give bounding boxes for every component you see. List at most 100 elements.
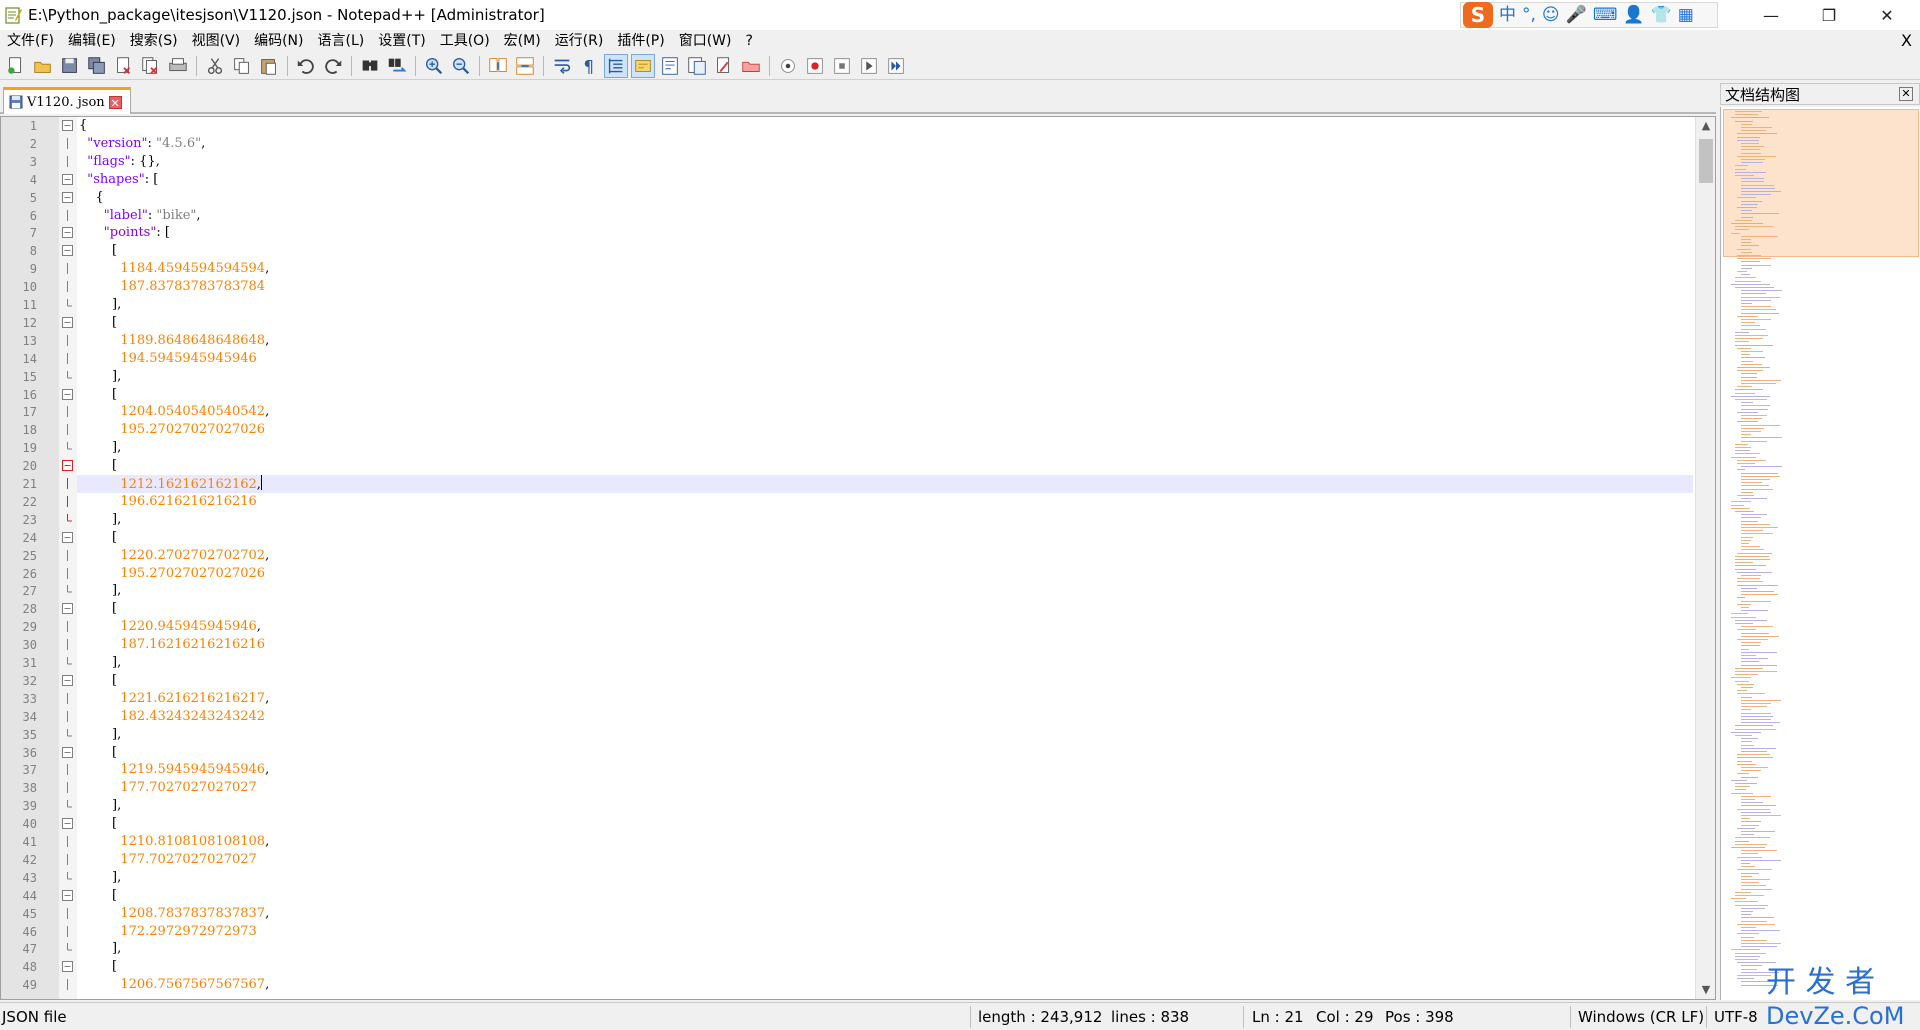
doc-map-icon[interactable] [658, 54, 682, 78]
fold-toggle-icon[interactable] [62, 245, 73, 257]
code-line[interactable]: 46 172.2972972972973 [23, 923, 1693, 941]
scroll-up-icon[interactable]: ▲ [1696, 117, 1715, 135]
sync-horizontal-icon[interactable] [513, 54, 537, 78]
vertical-scrollbar[interactable]: ▲ ▼ [1695, 117, 1715, 999]
fold-toggle-icon[interactable] [62, 531, 73, 543]
code-line[interactable]: 35 ], [23, 726, 1693, 744]
code-line[interactable]: 10 187.83783783783784 [23, 278, 1693, 296]
code-line[interactable]: 30 187.16216216216216 [23, 636, 1693, 654]
menu-run[interactable]: 运行(R) [548, 30, 611, 52]
code-line[interactable]: 12 [ [23, 314, 1693, 332]
code-line[interactable]: 3 "flags": {}, [30, 153, 1693, 171]
menu-tools[interactable]: 工具(O) [433, 30, 497, 52]
copy-icon[interactable] [230, 54, 254, 78]
code-line[interactable]: 15 ], [23, 368, 1693, 386]
folder-workspace-icon[interactable] [712, 54, 736, 78]
code-line[interactable]: 32 [ [23, 672, 1693, 690]
fold-toggle-icon[interactable] [62, 316, 73, 328]
fold-toggle-icon[interactable] [62, 227, 73, 239]
code-line[interactable]: 42 177.7027027027027 [23, 851, 1693, 869]
code-line[interactable]: 23 ], [23, 511, 1693, 529]
code-line[interactable]: 24 [ [23, 529, 1693, 547]
fold-toggle-icon[interactable] [62, 961, 73, 973]
open-file-icon[interactable] [31, 54, 55, 78]
menu-macro[interactable]: 宏(M) [497, 30, 548, 52]
code-line[interactable]: 8 [ [30, 242, 1693, 260]
fold-toggle-icon[interactable] [62, 460, 73, 472]
code-line[interactable]: 48 [ [23, 958, 1693, 976]
code-line[interactable]: 36 [ [23, 744, 1693, 762]
code-line[interactable]: 49 1206.7567567567567, [23, 976, 1693, 994]
ime-punctuation-icon[interactable]: °, [1522, 2, 1536, 28]
fold-toggle-icon[interactable] [62, 173, 73, 185]
record-macro-icon[interactable] [776, 54, 800, 78]
fold-toggle-icon[interactable] [62, 746, 73, 758]
menu-window[interactable]: 窗口(W) [672, 30, 739, 52]
fold-toggle-icon[interactable] [62, 191, 73, 203]
save-all-icon[interactable] [85, 54, 109, 78]
minimize-button[interactable]: — [1742, 0, 1800, 30]
function-list-icon[interactable] [685, 54, 709, 78]
sogou-ime-icon[interactable]: S [1463, 2, 1493, 28]
code-line[interactable]: 38 177.7027027027027 [23, 779, 1693, 797]
sync-vertical-icon[interactable] [486, 54, 510, 78]
code-line[interactable]: 43 ], [23, 869, 1693, 887]
save-icon[interactable] [58, 54, 82, 78]
ime-skin-icon[interactable]: 👕 [1651, 2, 1672, 28]
code-line[interactable]: 22 196.6216216216216 [23, 493, 1693, 511]
code-line[interactable]: 26 195.27027027027026 [23, 565, 1693, 583]
fold-toggle-icon[interactable] [62, 889, 73, 901]
save-macro-icon[interactable] [884, 54, 908, 78]
code-line[interactable]: 7 "points": [ [30, 224, 1693, 242]
code-line[interactable]: 37 1219.5945945945946, [23, 761, 1693, 779]
ime-emoji-icon[interactable]: ☺ [1542, 2, 1560, 28]
menu-encoding[interactable]: 编码(N) [247, 30, 310, 52]
zoom-in-icon[interactable] [422, 54, 446, 78]
user-lang-icon[interactable] [631, 53, 655, 78]
fold-toggle-icon[interactable] [62, 388, 73, 400]
tab-v1120-json[interactable]: V1120. json ✕ [3, 87, 131, 114]
code-line[interactable]: 28 [ [23, 600, 1693, 618]
code-line[interactable]: 6 "label": "bike", [30, 207, 1693, 225]
zoom-out-icon[interactable] [449, 54, 473, 78]
close-document-button[interactable]: X [1901, 30, 1912, 52]
close-window-button[interactable]: ✕ [1858, 0, 1916, 30]
fold-toggle-icon[interactable] [62, 818, 73, 830]
ime-chinese-mode-icon[interactable]: 中 [1499, 2, 1516, 28]
code-line[interactable]: 25 1220.2702702702702, [23, 547, 1693, 565]
scroll-down-icon[interactable]: ▼ [1696, 981, 1715, 999]
menu-plugins[interactable]: 插件(P) [610, 30, 671, 52]
code-line[interactable]: 16 [ [23, 386, 1693, 404]
restore-button[interactable]: ❐ [1800, 0, 1858, 30]
tab-close-icon[interactable]: ✕ [108, 95, 122, 110]
document-map-close-icon[interactable]: ✕ [1899, 87, 1913, 101]
menu-settings[interactable]: 设置(T) [371, 30, 432, 52]
code-line[interactable]: 4 "shapes": [ [30, 171, 1693, 189]
code-line[interactable]: 17 1204.0540540540542, [23, 403, 1693, 421]
code-area[interactable]: 1{2 "version": "4.5.6", 3 "flags": {}, 4 "… [23, 117, 1693, 999]
fold-toggle-icon[interactable] [62, 120, 73, 131]
code-line[interactable]: 40 [ [23, 815, 1693, 833]
ime-toolbar[interactable]: S 中 °, ☺ 🎤 ⌨ 👤 👕 ▦ [1460, 2, 1718, 28]
new-file-icon[interactable] [4, 54, 28, 78]
cut-icon[interactable] [203, 54, 227, 78]
code-line[interactable]: 2 "version": "4.5.6", [30, 135, 1693, 153]
redo-icon[interactable] [321, 54, 345, 78]
paste-icon[interactable] [257, 54, 281, 78]
indent-guide-icon[interactable] [604, 53, 628, 78]
scrollbar-thumb[interactable] [1699, 139, 1713, 183]
code-line[interactable]: 29 1220.945945945946, [23, 618, 1693, 636]
code-line[interactable]: 44 [ [23, 887, 1693, 905]
code-line[interactable]: 33 1221.6216216216217, [23, 690, 1693, 708]
code-line[interactable]: 9 1184.4594594594594, [30, 260, 1693, 278]
code-line[interactable]: 21 1212.162162162162, [23, 475, 1693, 493]
menu-language[interactable]: 语言(L) [311, 30, 372, 52]
code-line[interactable]: 1{ [30, 117, 1693, 135]
word-wrap-icon[interactable] [550, 54, 574, 78]
close-icon[interactable] [112, 54, 136, 78]
fold-toggle-icon[interactable] [62, 674, 73, 686]
code-line[interactable]: 18 195.27027027027026 [23, 421, 1693, 439]
code-line[interactable]: 5 { [30, 189, 1693, 207]
find-icon[interactable] [358, 54, 382, 78]
code-line[interactable]: 13 1189.8648648648648, [23, 332, 1693, 350]
